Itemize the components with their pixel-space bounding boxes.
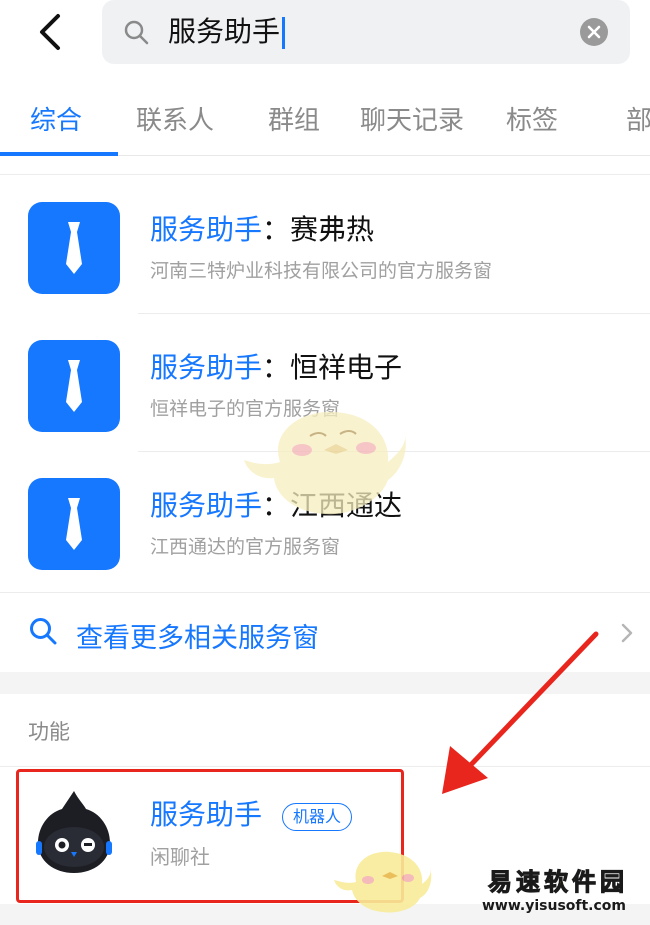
mascot-watermark-icon <box>244 411 406 515</box>
section-label-functions: 功能 <box>28 720 70 744</box>
tab-chat-history[interactable]: 聊天记录 <box>360 100 464 137</box>
watermark-url: www.yisusoft.com <box>482 898 627 914</box>
title-separator: ： <box>262 351 291 384</box>
search-icon <box>30 618 57 645</box>
robot-badge: 机器人 <box>282 803 353 831</box>
bot-title: 服务助手 <box>150 798 263 831</box>
service-window-icon <box>28 478 120 570</box>
service-window-subtitle: 江西通达的官方服务窗 <box>150 536 341 558</box>
active-tab-indicator <box>0 152 118 156</box>
site-watermark: 易速软件园 www.yisusoft.com <box>478 862 644 918</box>
tab-contacts[interactable]: 联系人 <box>136 100 214 137</box>
mascot-watermark-icon <box>334 851 432 913</box>
service-window-row[interactable]: 服务助手：赛弗热 河南三特炉业科技有限公司的官方服务窗 <box>0 176 650 314</box>
tab-groups[interactable]: 群组 <box>268 100 320 137</box>
top-bar: 服务助手 <box>0 0 650 80</box>
text-cursor <box>282 17 286 49</box>
title-separator: ： <box>262 213 291 246</box>
tab-more[interactable]: 部 <box>626 100 650 137</box>
tab-all[interactable]: 综合 <box>30 100 82 137</box>
divider <box>0 592 650 593</box>
service-window-icon <box>28 202 120 294</box>
search-input[interactable]: 服务助手 <box>168 13 286 51</box>
divider <box>0 174 650 175</box>
result-tabs: 综合 联系人 群组 聊天记录 标签 部 <box>0 80 650 156</box>
bot-subtitle: 闲聊社 <box>150 845 210 869</box>
red-arrow-icon <box>442 631 599 794</box>
view-more-label: 查看更多相关服务窗 <box>76 623 319 654</box>
service-window-icon <box>28 340 120 432</box>
service-window-name: 赛弗热 <box>290 213 375 246</box>
service-window-name: 恒祥电子 <box>290 351 403 384</box>
necktie-icon <box>66 222 82 274</box>
service-window-title: 服务助手：赛弗热 <box>150 212 374 248</box>
tab-tags[interactable]: 标签 <box>506 100 558 137</box>
keyword-highlight: 服务助手 <box>150 213 263 246</box>
service-window-subtitle: 河南三特炉业科技有限公司的官方服务窗 <box>150 260 493 282</box>
search-query: 服务助手 <box>168 15 281 48</box>
search-icon <box>124 20 149 45</box>
close-icon <box>587 25 601 39</box>
chevron-right-icon <box>621 623 633 643</box>
keyword-highlight: 服务助手 <box>150 351 263 384</box>
service-window-title: 服务助手：恒祥电子 <box>150 350 402 386</box>
search-box[interactable]: 服务助手 <box>102 0 630 64</box>
necktie-icon <box>66 498 82 550</box>
watermark-brand: 易速软件园 <box>488 867 628 897</box>
back-button[interactable] <box>34 10 68 54</box>
chevron-left-icon <box>40 14 60 50</box>
necktie-icon <box>66 360 82 412</box>
clear-search-button[interactable] <box>580 18 608 46</box>
robot-avatar-icon <box>36 791 112 873</box>
